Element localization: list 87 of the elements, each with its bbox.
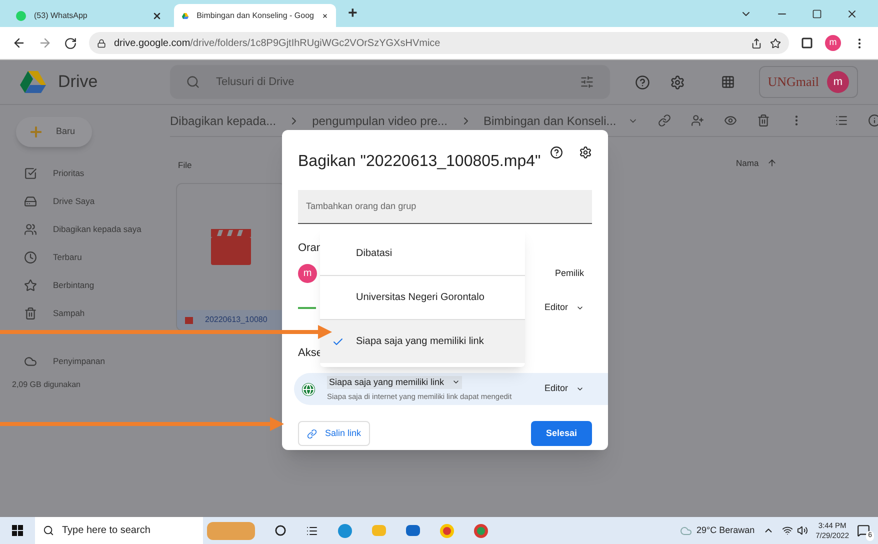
weather-icon [680, 524, 692, 536]
brand-logo: UNGmail [768, 73, 819, 92]
preview-icon[interactable] [724, 114, 738, 127]
search-field[interactable]: Telusuri di Drive [170, 65, 610, 99]
arrow-up-icon [766, 158, 777, 168]
video-file-icon [211, 229, 251, 265]
sidebar-item[interactable]: Terbaru [16, 243, 170, 271]
link-icon [307, 428, 317, 438]
breadcrumb-link[interactable]: Dibagikan kepada... [170, 112, 276, 130]
menu-option[interactable]: Dibatasi [320, 231, 525, 275]
sidebar-item[interactable]: Penyimpanan [16, 347, 170, 375]
file-name: 20220613_10080 [205, 314, 268, 326]
video-icon [185, 316, 193, 324]
role-label[interactable]: Editor [544, 300, 584, 314]
restore-icon[interactable] [812, 8, 822, 18]
cortana-icon[interactable] [275, 525, 286, 536]
account-avatar: m [827, 71, 849, 93]
info-icon[interactable] [868, 114, 878, 127]
search-placeholder: Telusuri di Drive [216, 74, 296, 90]
dialog-title: Bagikan "20220613_100805.mp4" [298, 152, 542, 172]
sidebar-item[interactable]: Berbintang [16, 271, 170, 299]
tab-title: (53) WhatsApp [34, 10, 88, 22]
browser-icon[interactable] [338, 524, 352, 538]
taskbar-search-field[interactable]: Type here to search [35, 517, 203, 544]
new-tab-button[interactable]: + [340, 2, 366, 26]
windows-logo-icon[interactable] [12, 525, 23, 536]
priority-icon [24, 166, 37, 180]
help-icon[interactable] [550, 146, 563, 159]
sidebar-item[interactable]: Prioritas [16, 159, 170, 187]
access-dropdown[interactable]: Siapa saja yang memiliki link [327, 376, 462, 390]
storage-usage: 2,09 GB digunakan [12, 379, 82, 391]
close-icon[interactable] [846, 8, 858, 20]
forward-icon[interactable] [38, 36, 52, 50]
address-field[interactable]: drive.google.com/drive/folders/1c8P9GjtIhRUgiWGc2VOrSzYGXsHVmice [89, 32, 789, 54]
check-icon [332, 336, 344, 348]
star-icon[interactable] [770, 38, 781, 48]
apps-icon[interactable] [720, 75, 735, 89]
search-icon [186, 75, 200, 89]
reload-icon[interactable] [64, 36, 77, 50]
chat-app-icon [16, 10, 26, 20]
url-text: drive.google.com/drive/folders/1c8P9GjtIhRUgiWGc2VOrSzYGXsHVmice [114, 36, 440, 50]
drive-title: Drive [58, 71, 99, 94]
sidebar-item[interactable]: Dibagikan kepada saya [16, 215, 170, 243]
sidebar-item[interactable]: Sampah [16, 299, 170, 327]
close-icon[interactable] [152, 10, 162, 20]
search-icon [43, 525, 54, 536]
new-button[interactable]: Baru [16, 117, 92, 147]
trash-icon[interactable] [757, 114, 770, 127]
sidebar-item[interactable]: Drive Saya [16, 187, 170, 215]
filter-icon[interactable] [580, 75, 594, 89]
sidebar-icon[interactable] [801, 37, 813, 49]
copy-link-button[interactable]: Salin link [298, 421, 370, 446]
trash-icon [24, 306, 37, 320]
link-icon[interactable] [658, 114, 672, 127]
tab-title: Bimbingan dan Konseling - Goog [196, 10, 314, 22]
share-icon[interactable] [751, 38, 762, 48]
lock-icon [97, 38, 106, 48]
shared-icon [24, 222, 37, 236]
done-button[interactable]: Selesai [531, 421, 592, 446]
person-avatar: m [298, 264, 317, 283]
settings-icon[interactable] [579, 146, 592, 159]
globe-icon [302, 382, 315, 396]
plus-icon [28, 124, 44, 140]
sort-header[interactable]: Nama [736, 157, 777, 170]
breadcrumb-link[interactable]: Bimbingan dan Konseli... [484, 112, 616, 130]
starred-icon [24, 278, 37, 292]
files-label: File [178, 159, 192, 172]
menu-option[interactable]: Siapa saja yang memiliki link [320, 319, 525, 363]
breadcrumb-link[interactable]: pengumpulan video pre... [312, 112, 448, 130]
role-label: Pemilik [554, 266, 584, 280]
account-badge[interactable]: UNGmail m [758, 66, 858, 98]
weather-text[interactable]: 29°C Berawan [696, 524, 755, 538]
role-dropdown[interactable]: Editor [544, 382, 584, 396]
back-icon[interactable] [12, 36, 26, 50]
recent-icon [24, 250, 37, 264]
mydrive-icon [24, 194, 37, 208]
add-person-icon[interactable] [691, 114, 704, 127]
caret-icon [576, 385, 584, 393]
triangle-logo-icon [182, 10, 189, 20]
profile-avatar[interactable]: m [825, 35, 841, 51]
list-view-icon[interactable] [835, 114, 848, 127]
add-people-field[interactable]: Tambahkan orang dan grup [298, 190, 592, 224]
storage-icon [24, 354, 37, 368]
volume-icon[interactable] [796, 525, 808, 536]
browser-tab[interactable]: Bimbingan dan Konseling - Goog [174, 4, 336, 27]
wifi-icon[interactable] [782, 525, 793, 536]
chat-icon [857, 524, 870, 537]
